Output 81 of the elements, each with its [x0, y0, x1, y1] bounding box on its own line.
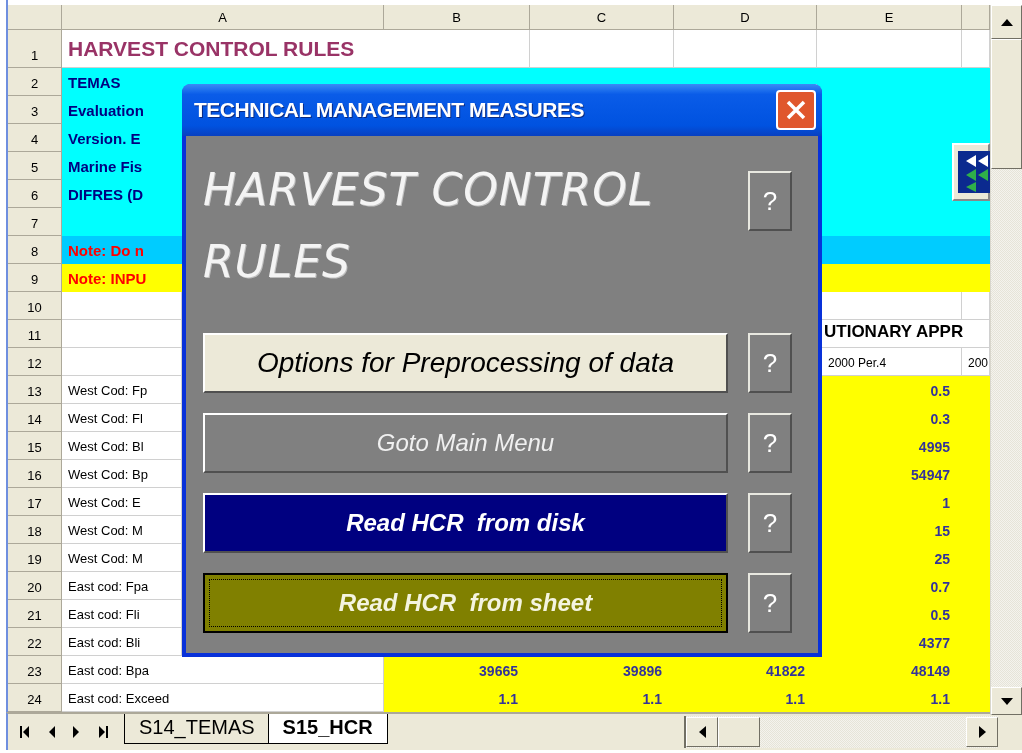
row-header[interactable]: 10 — [8, 292, 62, 320]
menu-button[interactable]: Read HCR from disk — [203, 493, 728, 553]
row-header[interactable]: 20 — [8, 572, 62, 600]
table-cell: 25 — [822, 544, 962, 572]
table-cell: 0.5 — [822, 376, 962, 404]
table-cell: 1.1 — [674, 684, 817, 712]
table-cell: West Cod: Fl — [62, 404, 182, 432]
row-header[interactable]: 3 — [8, 96, 62, 124]
table-cell: 0.5 — [822, 600, 962, 628]
table-cell: West Cod: M — [62, 516, 182, 544]
table-cell: West Cod: E — [62, 488, 182, 516]
row-header[interactable]: 7 — [8, 208, 62, 236]
row-header[interactable]: 23 — [8, 656, 62, 684]
table-cell: 200 — [962, 348, 990, 376]
help-button[interactable]: ? — [748, 413, 792, 473]
table-cell: 1.1 — [530, 684, 674, 712]
row-header[interactable]: 15 — [8, 432, 62, 460]
help-button[interactable]: ? — [748, 333, 792, 393]
row-header[interactable]: 4 — [8, 124, 62, 152]
row-header[interactable]: 1 — [8, 30, 62, 68]
table-cell: 15 — [822, 516, 962, 544]
menu-button[interactable]: Read HCR from sheet — [203, 573, 728, 633]
table-cell: 48149 — [817, 656, 962, 684]
table-cell: East cod: Bli — [62, 628, 182, 656]
table-cell: East cod: Bpa — [62, 656, 384, 684]
sheet-title: HARVEST CONTROL RULES — [62, 30, 530, 68]
column-header[interactable]: C — [530, 5, 674, 30]
table-cell: 39896 — [530, 657, 674, 684]
row-header[interactable]: 14 — [8, 404, 62, 432]
table-cell: 1.1 — [384, 684, 530, 712]
table-cell: East cod: Fpa — [62, 572, 182, 600]
row-header[interactable]: 17 — [8, 488, 62, 516]
table-cell: Marine Fis — [62, 152, 182, 180]
table-cell: West Cod: Bl — [62, 432, 182, 460]
row-header[interactable]: 8 — [8, 236, 62, 264]
row-header[interactable]: 16 — [8, 460, 62, 488]
table-cell: 0.7 — [822, 572, 962, 600]
table-cell: West Cod: Fp — [62, 376, 182, 404]
help-button[interactable]: ? — [748, 573, 792, 633]
row-header[interactable]: 6 — [8, 180, 62, 208]
table-cell: West Cod: Bp — [62, 460, 182, 488]
column-header[interactable]: E — [817, 5, 962, 30]
row-header[interactable]: 2 — [8, 68, 62, 96]
table-cell: West Cod: M — [62, 544, 182, 572]
table-cell: 2000 Per.4 — [822, 348, 962, 376]
help-button[interactable]: ? — [748, 171, 792, 231]
column-header[interactable]: A — [62, 5, 384, 30]
table-cell: 4377 — [822, 628, 962, 656]
row-header[interactable]: 13 — [8, 376, 62, 404]
column-header[interactable]: D — [674, 5, 817, 30]
table-cell: Note: Do n — [62, 236, 182, 264]
row-header[interactable]: 12 — [8, 348, 62, 376]
help-button[interactable]: ? — [748, 493, 792, 553]
table-cell: 0.3 — [822, 404, 962, 432]
row-header[interactable]: 21 — [8, 600, 62, 628]
dialog-heading: HARVEST CONTROL RULES — [203, 163, 655, 289]
row-header[interactable]: 18 — [8, 516, 62, 544]
column-header[interactable]: B — [384, 5, 530, 30]
table-cell: 39665 — [384, 657, 530, 684]
table-cell: 54947 — [822, 460, 962, 488]
dialog-title: TECHNICAL MANAGEMENT MEASURES — [194, 98, 584, 122]
sheet-tab[interactable]: S15_HCR — [267, 714, 388, 744]
row-header[interactable]: 19 — [8, 544, 62, 572]
table-cell: Evaluation — [62, 96, 182, 124]
table-cell: Note: INPU — [62, 264, 182, 292]
row-header[interactable]: 9 — [8, 264, 62, 292]
menu-button[interactable]: Options for Preprocessing of data — [203, 333, 728, 393]
table-cell: East cod: Exceed — [62, 684, 384, 712]
row-header[interactable]: 24 — [8, 684, 62, 712]
row-header[interactable]: 11 — [8, 320, 62, 348]
table-cell: East cod: Fli — [62, 600, 182, 628]
table-cell: DIFRES (D — [62, 180, 182, 208]
table-cell: UTIONARY APPR — [822, 320, 990, 348]
table-cell: 1.1 — [817, 684, 962, 712]
table-cell: Version. E — [62, 124, 182, 152]
row-header[interactable]: 5 — [8, 152, 62, 180]
table-cell: 41822 — [674, 657, 817, 684]
sheet-tab[interactable]: S14_TEMAS — [124, 714, 270, 744]
table-cell: 4995 — [822, 432, 962, 460]
table-cell: 1 — [822, 488, 962, 516]
row-header[interactable]: 22 — [8, 628, 62, 656]
